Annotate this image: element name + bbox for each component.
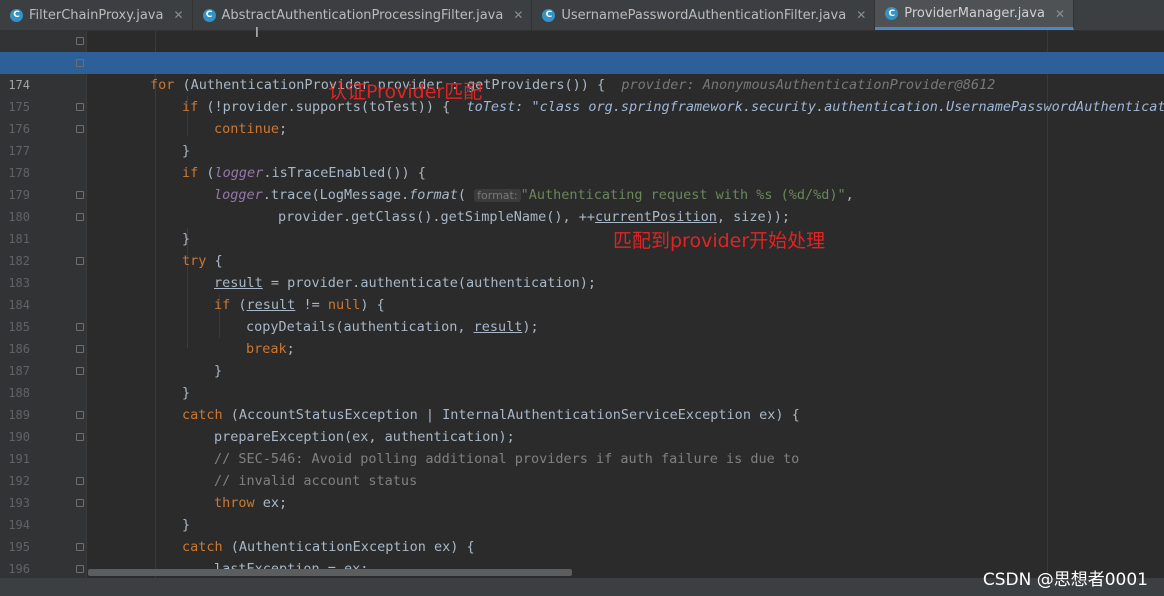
fold-marker-icon[interactable] xyxy=(76,345,84,353)
code-line[interactable]: 196 } xyxy=(0,536,1164,576)
tab-provider-manager[interactable]: C ProviderManager.java ✕ xyxy=(875,0,1074,30)
fold-marker-icon[interactable] xyxy=(76,499,84,507)
editor-tab-bar: C FilterChainProxy.java ✕ C AbstractAuth… xyxy=(0,0,1164,31)
fold-marker-icon[interactable] xyxy=(76,411,84,419)
close-icon[interactable]: ✕ xyxy=(173,8,183,22)
close-icon[interactable]: ✕ xyxy=(1055,7,1065,21)
code-line[interactable]: 187 } xyxy=(0,338,1164,401)
fold-marker-icon[interactable] xyxy=(76,323,84,331)
fold-marker-icon[interactable] xyxy=(76,191,84,199)
fold-marker-icon[interactable] xyxy=(76,213,84,221)
class-icon: C xyxy=(885,7,899,20)
fold-marker-icon[interactable] xyxy=(76,367,84,375)
tab-label: FilterChainProxy.java xyxy=(29,7,164,23)
code-line[interactable]: 173 for (AuthenticationProvider provider… xyxy=(0,30,1164,93)
fold-marker-icon[interactable] xyxy=(76,477,84,485)
code-line[interactable]: 185 break; xyxy=(0,294,1164,357)
code-line[interactable]: 177 if (logger.isTraceEnabled()) { xyxy=(0,118,1164,181)
watermark: CSDN @思想者0001 xyxy=(982,570,1148,590)
code-line[interactable]: 184 copyDetails(authentication, result); xyxy=(0,272,1164,335)
code-line[interactable]: 188 catch (AccountStatusException | Inte… xyxy=(0,360,1164,423)
code-line[interactable]: 179 provider.getClass().getSimpleName(),… xyxy=(0,162,1164,225)
class-icon: C xyxy=(202,8,216,22)
code-line[interactable]: 192 throw ex; xyxy=(0,448,1164,511)
code-line[interactable]: 178 logger.trace(LogMessage.format( form… xyxy=(0,140,1164,203)
class-icon: C xyxy=(542,8,556,22)
fold-marker-icon[interactable] xyxy=(76,543,84,551)
code-line[interactable]: 183 if (result != null) { xyxy=(0,250,1164,313)
annotation-provider-match: 认证Provider匹配 xyxy=(328,81,483,103)
tab-label: AbstractAuthenticationProcessingFilter.j… xyxy=(221,7,504,23)
code-line[interactable]: 194 catch (AuthenticationException ex) { xyxy=(0,492,1164,555)
code-line[interactable]: 189 prepareException(ex, authentication)… xyxy=(0,382,1164,445)
fold-marker-icon[interactable] xyxy=(76,59,84,67)
class-icon: C xyxy=(10,8,23,22)
code-line[interactable]: 193 } xyxy=(0,470,1164,533)
tab-username-password-filter[interactable]: C UsernamePasswordAuthenticationFilter.j… xyxy=(532,0,876,30)
code-line[interactable]: 195 lastException = ex; xyxy=(0,514,1164,577)
fold-marker-icon[interactable] xyxy=(76,257,84,265)
fold-marker-icon[interactable] xyxy=(76,565,84,573)
code-line[interactable]: 180 } xyxy=(0,184,1164,247)
fold-marker-icon[interactable] xyxy=(76,433,84,441)
code-line[interactable]: 175 continue; xyxy=(0,74,1164,137)
code-line[interactable]: 191 // invalid account status xyxy=(0,426,1164,489)
horizontal-scrollbar[interactable] xyxy=(88,569,572,576)
tab-label: UsernamePasswordAuthenticationFilter.jav… xyxy=(561,7,847,23)
fold-marker-icon[interactable] xyxy=(76,37,84,45)
code-line[interactable]: 190 // SEC-546: Avoid polling additional… xyxy=(0,404,1164,467)
tab-label: ProviderManager.java xyxy=(904,6,1045,21)
code-line[interactable]: 181 try { xyxy=(0,206,1164,269)
close-icon[interactable]: ✕ xyxy=(513,8,523,22)
code-line[interactable]: 176 } xyxy=(0,96,1164,159)
fold-marker-icon[interactable] xyxy=(76,103,84,111)
code-line[interactable]: 186 } xyxy=(0,316,1164,379)
tab-filter-chain-proxy[interactable]: C FilterChainProxy.java ✕ xyxy=(0,0,193,30)
annotation-provider-handle: 匹配到provider开始处理 xyxy=(613,230,826,252)
tab-abstract-auth-filter[interactable]: C AbstractAuthenticationProcessingFilter… xyxy=(193,0,533,30)
close-icon[interactable]: ✕ xyxy=(856,8,866,22)
fold-marker-icon[interactable] xyxy=(76,125,84,133)
code-line-current[interactable]: 174 if (!provider.supports(toTest)) { to… xyxy=(0,52,1164,115)
code-line[interactable]: 182 result = provider.authenticate(authe… xyxy=(0,228,1164,291)
code-editor[interactable]: 173 for (AuthenticationProvider provider… xyxy=(0,30,1164,578)
